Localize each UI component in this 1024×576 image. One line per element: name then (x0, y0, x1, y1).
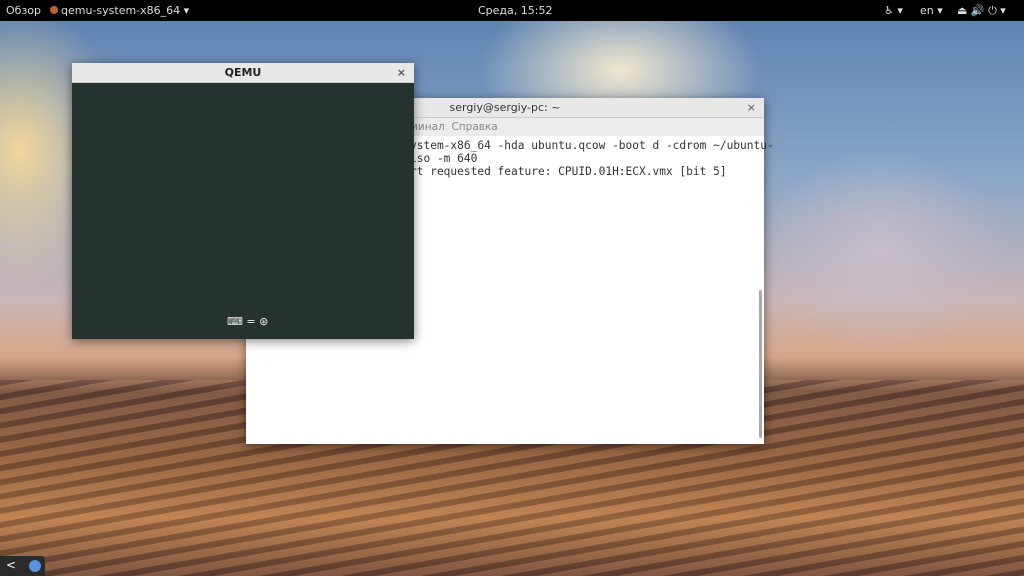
qemu-title: QEMU (224, 66, 262, 79)
clock[interactable]: Среда, 15:52 (478, 4, 552, 17)
top-bar: Обзор qemu-system-x86_64 ▾ Среда, 15:52 … (0, 0, 1024, 21)
output-line: iso -m 640 (410, 152, 478, 165)
scrollbar[interactable] (759, 290, 762, 438)
menu-terminal[interactable]: минал (410, 121, 445, 133)
qemu-titlebar[interactable]: QEMU × (72, 63, 414, 83)
terminal-title: sergiy@sergiy-pc: ~ (449, 101, 561, 114)
system-menu[interactable]: ⏏ 🔊 ⏻ ▾ (957, 4, 1006, 18)
close-icon[interactable]: × (747, 98, 756, 118)
app-menu[interactable]: qemu-system-x86_64 ▾ (61, 4, 189, 17)
output-line: ystem-x86_64 -hda ubuntu.qcow -boot d -c… (410, 139, 774, 152)
qemu-window[interactable]: QEMU × ⌨ = ⊛ (72, 63, 414, 339)
activities-button[interactable]: Обзор (6, 4, 41, 17)
back-arrow-icon[interactable]: < (6, 558, 16, 572)
app-circle-icon[interactable] (29, 560, 41, 572)
language-menu[interactable]: en ▾ (920, 4, 943, 17)
close-icon[interactable]: × (397, 63, 406, 83)
accessibility-menu[interactable]: ♿ ▾ (884, 4, 903, 17)
dash-tab[interactable]: < (0, 556, 45, 576)
menu-help[interactable]: Справка (451, 121, 497, 133)
keyboard-accessibility-icons: ⌨ = ⊛ (227, 315, 269, 328)
app-icon (50, 6, 58, 14)
output-line: rt requested feature: CPUID.01H:ECX.vmx … (410, 165, 727, 178)
